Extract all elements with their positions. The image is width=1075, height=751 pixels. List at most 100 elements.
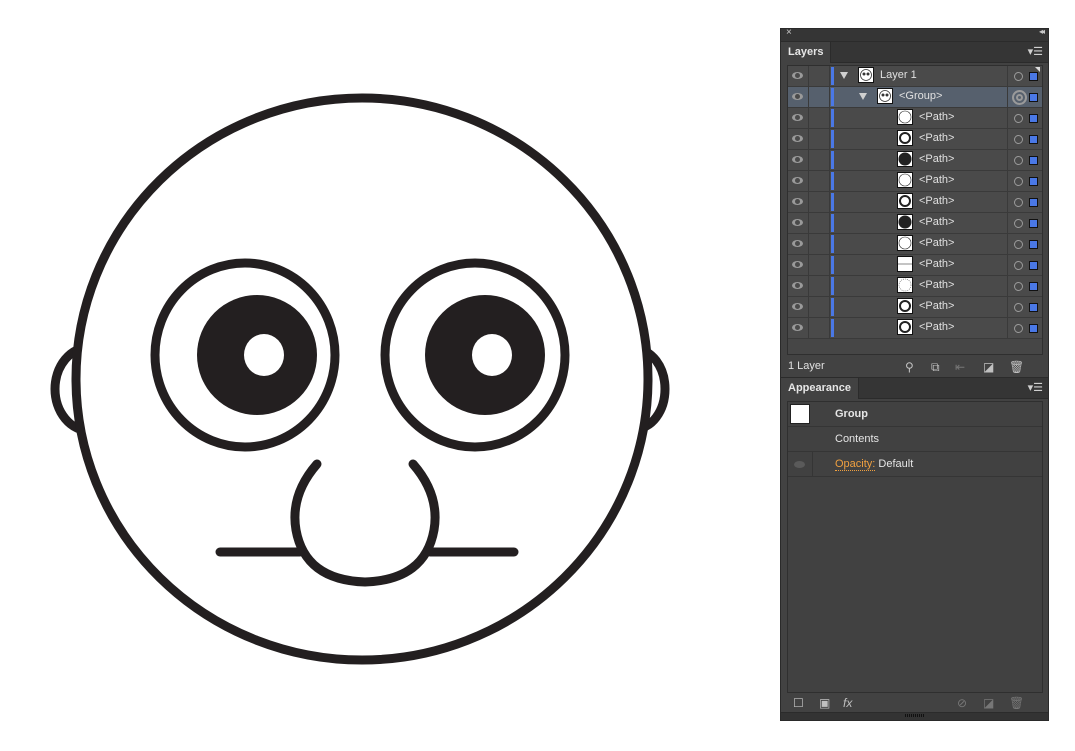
locate-object-icon[interactable]: ⚲ [905,360,914,374]
add-new-fill-icon[interactable]: ▣ [819,696,830,710]
visibility-toggle[interactable] [788,108,809,128]
expand-triangle-icon[interactable] [840,72,848,79]
path-row[interactable]: <Path> [788,297,1042,318]
target-circle-icon[interactable] [1014,114,1023,123]
layer-name[interactable]: <Path> [919,153,954,165]
lock-toggle[interactable] [809,192,830,212]
path-row[interactable]: <Path> [788,192,1042,213]
layer-name[interactable]: <Path> [919,279,954,291]
selection-indicator-icon[interactable] [1029,261,1038,270]
left-pupil-highlight[interactable] [244,334,284,376]
target-cell[interactable] [1007,87,1042,107]
layer-name[interactable]: <Path> [919,216,954,228]
layer-name[interactable]: <Path> [919,111,954,123]
target-circle-icon[interactable] [1014,72,1023,81]
target-circle-icon[interactable] [1014,219,1023,228]
target-cell[interactable] [1007,171,1042,191]
target-circle-icon[interactable] [1014,135,1023,144]
appearance-menu-icon[interactable]: ▾☰ [1028,381,1043,394]
visibility-toggle[interactable] [788,276,809,296]
path-row[interactable]: <Path> [788,318,1042,339]
new-layer-icon[interactable]: ◪ [983,360,994,374]
layer-name[interactable]: <Path> [919,132,954,144]
target-circle-icon[interactable] [1014,198,1023,207]
visibility-toggle[interactable] [788,297,809,317]
target-circle-icon[interactable] [1014,177,1023,186]
selection-indicator-icon[interactable] [1029,114,1038,123]
visibility-toggle[interactable] [788,213,809,233]
delete-item-icon[interactable]: 🗑 [1009,696,1024,710]
expand-triangle-icon[interactable] [859,93,867,100]
lock-toggle[interactable] [809,297,830,317]
layer-name[interactable]: Layer 1 [880,69,917,81]
visibility-toggle[interactable] [788,171,809,191]
opacity-link[interactable]: Opacity: [835,458,876,471]
close-icon[interactable]: × [786,27,792,38]
selection-indicator-icon[interactable] [1029,93,1038,102]
target-cell[interactable] [1007,192,1042,212]
layer-name[interactable]: <Path> [919,258,954,270]
visibility-toggle[interactable] [788,66,809,86]
lock-toggle[interactable] [809,318,830,338]
layer-row[interactable]: Layer 1 [788,66,1042,87]
lock-toggle[interactable] [809,129,830,149]
selection-indicator-icon[interactable] [1029,198,1038,207]
selection-indicator-icon[interactable] [1029,219,1038,228]
lock-toggle[interactable] [809,255,830,275]
clear-appearance-icon[interactable]: ⊘ [957,696,967,710]
make-clipping-mask-icon[interactable]: ⧉ [931,360,940,375]
selection-indicator-icon[interactable] [1029,135,1038,144]
add-new-stroke-icon[interactable]: ☐ [793,696,804,710]
target-cell[interactable] [1007,213,1042,233]
path-row[interactable]: <Path> [788,234,1042,255]
layer-name[interactable]: <Path> [919,174,954,186]
appearance-row-contents[interactable]: Contents [788,427,1042,452]
target-circle-icon[interactable] [1014,261,1023,270]
target-cell[interactable] [1007,234,1042,254]
target-circle-icon[interactable] [1014,240,1023,249]
visibility-toggle[interactable] [788,129,809,149]
visibility-toggle[interactable] [788,255,809,275]
visibility-toggle[interactable] [788,150,809,170]
panel-resize-grip[interactable] [781,712,1048,720]
tab-appearance[interactable]: Appearance [781,378,859,399]
layer-name[interactable]: <Group> [899,90,942,102]
layer-name[interactable]: <Path> [919,321,954,333]
target-cell[interactable] [1007,276,1042,296]
visibility-toggle[interactable] [788,87,809,107]
delete-layer-icon[interactable]: 🗑 [1009,360,1024,374]
fx-menu-icon[interactable]: fx [843,696,852,710]
target-circle-icon[interactable] [1014,282,1023,291]
duplicate-item-icon[interactable]: ◪ [983,696,994,710]
selection-indicator-icon[interactable] [1029,156,1038,165]
path-row[interactable]: <Path> [788,276,1042,297]
layer-name[interactable]: <Path> [919,300,954,312]
appearance-row-opacity[interactable]: Opacity: Default [788,452,1042,477]
target-cell[interactable] [1007,150,1042,170]
tab-layers[interactable]: Layers [781,42,832,63]
visibility-toggle[interactable] [788,318,809,338]
path-row[interactable]: <Path> [788,255,1042,276]
lock-toggle[interactable] [809,150,830,170]
group-row[interactable]: <Group> [788,87,1042,108]
lock-toggle[interactable] [809,87,830,107]
target-circle-icon[interactable] [1014,303,1023,312]
new-sublayer-icon[interactable]: ⇤ [955,360,965,374]
artboard-canvas[interactable] [0,0,770,751]
lock-toggle[interactable] [809,213,830,233]
selection-indicator-icon[interactable] [1029,72,1038,81]
target-cell[interactable] [1007,297,1042,317]
target-circle-icon[interactable] [1012,90,1027,105]
path-row[interactable]: <Path> [788,171,1042,192]
selection-indicator-icon[interactable] [1029,324,1038,333]
lock-toggle[interactable] [809,234,830,254]
lock-toggle[interactable] [809,66,830,86]
selection-indicator-icon[interactable] [1029,303,1038,312]
target-cell[interactable] [1007,129,1042,149]
target-cell[interactable] [1007,108,1042,128]
visibility-toggle[interactable] [788,192,809,212]
lock-toggle[interactable] [809,276,830,296]
target-circle-icon[interactable] [1014,156,1023,165]
selection-indicator-icon[interactable] [1029,177,1038,186]
layer-name[interactable]: <Path> [919,195,954,207]
